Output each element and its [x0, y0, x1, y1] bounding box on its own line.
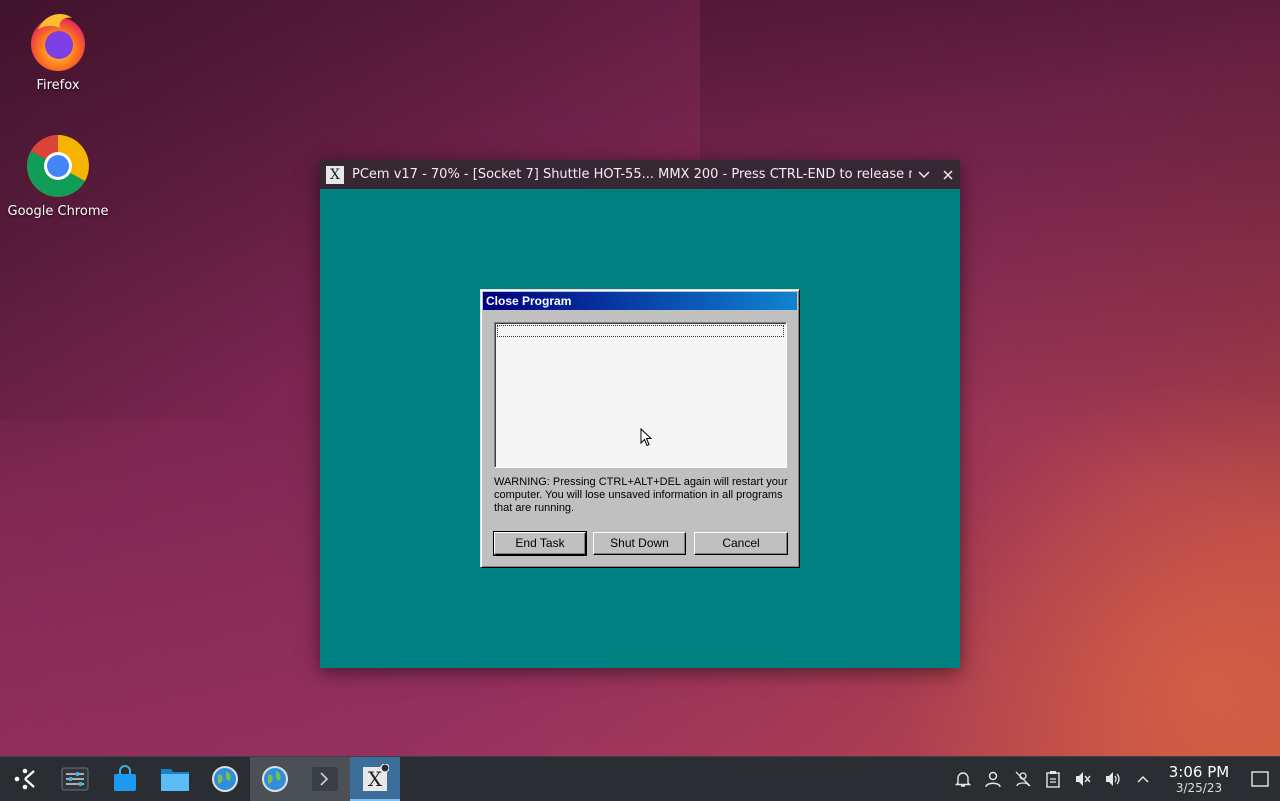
- firefox-icon: [31, 14, 85, 71]
- show-desktop-icon: [1251, 771, 1269, 787]
- close-icon: [943, 169, 953, 180]
- taskbar-pcem[interactable]: X: [350, 757, 400, 801]
- notifications-button[interactable]: [948, 757, 978, 801]
- svg-text:X: X: [368, 767, 383, 791]
- speaker-icon: [1106, 772, 1120, 786]
- window-titlebar[interactable]: X PCem v17 - 70% - [Socket 7] Shuttle HO…: [320, 160, 960, 189]
- window-title: PCem v17 - 70% - [Socket 7] Shuttle HOT-…: [352, 167, 912, 182]
- network-button[interactable]: [1008, 757, 1038, 801]
- clock-time: 3:06 PM: [1168, 763, 1230, 781]
- mouse-cursor-icon: [640, 428, 652, 447]
- show-desktop-button[interactable]: [1240, 757, 1280, 801]
- cancel-button[interactable]: Cancel: [694, 532, 788, 555]
- desktop-icon-label: Firefox: [36, 78, 80, 93]
- discover-store-icon: [114, 765, 136, 791]
- taskbar: X 3:06 PM 3/25/23: [0, 756, 1280, 801]
- taskbar-file-manager[interactable]: [150, 757, 200, 801]
- pcem-app-icon: X: [326, 165, 344, 184]
- cancel-label: Cancel: [722, 536, 760, 550]
- minimize-button[interactable]: [912, 163, 936, 187]
- taskbar-system-settings[interactable]: [50, 757, 100, 801]
- chevron-down-icon: [918, 170, 930, 178]
- taskbar-browser[interactable]: [200, 757, 250, 801]
- clock[interactable]: 3:06 PM 3/25/23: [1164, 763, 1234, 795]
- warning-text: WARNING: Pressing CTRL+ALT+DEL again wil…: [494, 476, 788, 514]
- taskbar-terminal[interactable]: [300, 757, 350, 801]
- desktop-icon-chrome[interactable]: Google Chrome: [3, 134, 113, 219]
- user-button[interactable]: [978, 757, 1008, 801]
- close-button[interactable]: [936, 163, 960, 187]
- shut-down-button[interactable]: Shut Down: [593, 532, 686, 555]
- clock-date: 3/25/23: [1175, 781, 1223, 795]
- dialog-title[interactable]: Close Program: [483, 292, 797, 310]
- application-launcher-icon: [14, 768, 35, 790]
- speaker-muted-icon: [1076, 772, 1091, 786]
- end-task-label: End Task: [515, 536, 565, 550]
- bell-icon: [954, 772, 972, 787]
- taskbar-browser-active[interactable]: [250, 757, 300, 801]
- list-item[interactable]: [497, 325, 784, 337]
- desktop-icon-firefox[interactable]: Firefox: [3, 8, 113, 93]
- tray-expand-button[interactable]: [1128, 757, 1158, 801]
- user-icon: [985, 771, 1001, 788]
- system-settings-icon: [61, 767, 89, 791]
- user-network-icon: [1015, 771, 1031, 787]
- system-tray: 3:06 PM 3/25/23: [948, 757, 1280, 801]
- chrome-icon: [27, 135, 89, 197]
- pcem-window[interactable]: X PCem v17 - 70% - [Socket 7] Shuttle HO…: [320, 160, 960, 668]
- taskbar-discover[interactable]: [100, 757, 150, 801]
- clipboard-button[interactable]: [1038, 757, 1068, 801]
- clipboard-icon: [1046, 771, 1060, 788]
- end-task-button[interactable]: End Task: [493, 531, 587, 556]
- chevron-up-icon: [1137, 775, 1149, 783]
- browser-globe-icon: [212, 766, 238, 792]
- mute-button[interactable]: [1068, 757, 1098, 801]
- volume-button[interactable]: [1098, 757, 1128, 801]
- shut-down-label: Shut Down: [610, 536, 669, 550]
- pcem-app-icon: X: [363, 764, 389, 791]
- application-launcher-button[interactable]: [0, 757, 50, 801]
- file-manager-icon: [161, 769, 189, 791]
- browser-globe-icon: [262, 766, 288, 792]
- desktop-icon-label: Google Chrome: [7, 204, 109, 219]
- terminal-icon: [312, 767, 338, 791]
